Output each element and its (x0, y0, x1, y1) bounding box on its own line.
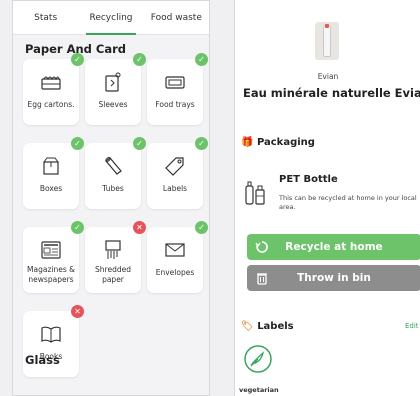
trash-icon (255, 271, 269, 285)
egg-carton-icon (40, 71, 62, 93)
label-name: vegetarian (239, 386, 279, 394)
tab-recycling[interactable]: Recycling (78, 1, 143, 35)
recycle-at-home-button[interactable]: Recycle at home (247, 234, 420, 260)
tab-bar: Stats Recycling Food waste (13, 1, 209, 35)
packaging-item-description: This can be recycled at home in your loc… (279, 194, 417, 211)
tile-envelopes[interactable]: Envelopes ✓ (147, 221, 208, 293)
tile-shredded-paper[interactable]: Shredded paper ✕ (85, 221, 146, 293)
edit-link[interactable]: Edit (405, 322, 419, 330)
tile-label: Shredded paper (95, 265, 131, 284)
product-brand: Evian (317, 72, 339, 81)
gift-icon: 🎁 (241, 137, 254, 148)
tile-label: Labels (162, 184, 188, 193)
tube-icon (102, 155, 124, 177)
sleeve-icon (102, 71, 124, 93)
cross-icon: ✕ (133, 221, 146, 234)
bottles-icon (243, 178, 267, 206)
tile-label: Sleeves (98, 100, 128, 109)
vegetarian-icon (243, 344, 273, 374)
tile-label: Tubes (102, 184, 124, 193)
check-icon: ✓ (71, 137, 84, 150)
tile-magazines-newspapers[interactable]: Magazines & newspapers ✓ (23, 221, 84, 293)
check-icon: ✓ (195, 137, 208, 150)
tile-label: Envelopes (155, 268, 195, 277)
box-icon (40, 155, 62, 177)
recycling-screen: Stats Recycling Food waste Paper And Car… (12, 0, 210, 396)
newspaper-icon (40, 239, 62, 261)
product-detail-screen: Evian Eau minérale naturelle Evian 🎁 Pac… (234, 0, 420, 396)
recycle-icon (255, 240, 269, 254)
tag-icon (164, 155, 186, 177)
tab-food-waste[interactable]: Food waste (144, 1, 209, 34)
product-image (315, 22, 339, 60)
throw-in-bin-button[interactable]: Throw in bin (247, 265, 420, 291)
check-icon: ✓ (195, 221, 208, 234)
label-tag-icon: 🏷 (241, 321, 254, 332)
tile-tubes[interactable]: Tubes ✓ (85, 137, 146, 209)
section-title-glass: Glass (25, 353, 60, 367)
product-name: Eau minérale naturelle Evian (243, 86, 420, 100)
tab-stats[interactable]: Stats (13, 1, 78, 34)
check-icon: ✓ (195, 53, 208, 66)
book-icon (40, 323, 62, 345)
cross-icon: ✕ (71, 305, 84, 318)
check-icon: ✓ (71, 221, 84, 234)
tile-label: Egg cartons. (27, 100, 75, 109)
packaging-heading: 🎁 Packaging (241, 137, 315, 148)
tile-label: Magazines & newspapers (27, 265, 75, 284)
tile-books[interactable]: Books ✕ (23, 305, 84, 377)
tile-sleeves[interactable]: Sleeves ✓ (85, 53, 146, 125)
tile-food-trays[interactable]: Food trays ✓ (147, 53, 208, 125)
labels-heading: 🏷 Labels (241, 321, 294, 332)
tile-label: Boxes (39, 184, 63, 193)
tile-egg-cartons[interactable]: Egg cartons. ✓ (23, 53, 84, 125)
check-icon: ✓ (71, 53, 84, 66)
check-icon: ✓ (133, 137, 146, 150)
tile-label: Food trays (155, 100, 195, 109)
packaging-item-name: PET Bottle (279, 174, 338, 185)
section-title-paper-and-card: Paper And Card (25, 42, 127, 56)
tile-labels[interactable]: Labels ✓ (147, 137, 208, 209)
envelope-icon (164, 239, 186, 261)
food-tray-icon (164, 71, 186, 93)
tile-boxes[interactable]: Boxes ✓ (23, 137, 84, 209)
shredded-paper-icon (102, 239, 124, 261)
check-icon: ✓ (133, 53, 146, 66)
